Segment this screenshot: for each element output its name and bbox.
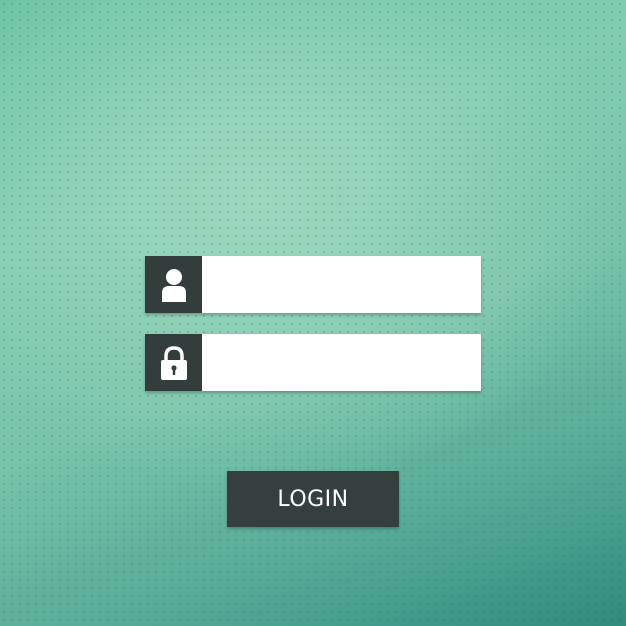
username-input[interactable]	[202, 256, 481, 313]
password-input[interactable]	[202, 334, 481, 391]
login-button[interactable]: LOGIN	[227, 471, 399, 527]
user-icon-box	[145, 256, 202, 313]
password-field[interactable]	[145, 334, 481, 391]
username-field[interactable]	[145, 256, 481, 313]
lock-icon-box	[145, 334, 202, 391]
lock-icon	[160, 345, 187, 380]
dot-pattern	[0, 0, 626, 626]
user-icon	[161, 268, 186, 302]
